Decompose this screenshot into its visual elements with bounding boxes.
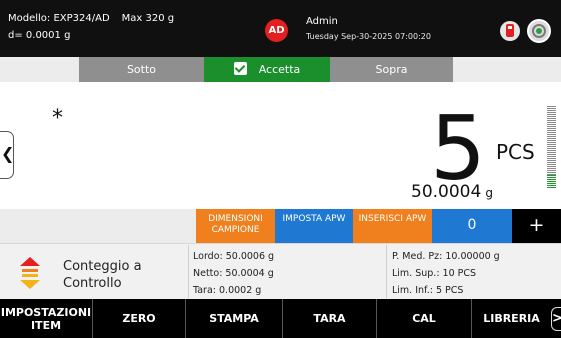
tare-weight-label: Tara: 0.0002 g xyxy=(193,285,262,296)
sample-count-field[interactable]: 0 xyxy=(432,209,512,243)
net-weight-unit: g xyxy=(485,186,493,200)
net-weight-value: 50.0004 xyxy=(411,182,482,202)
resolution-label: d= 0.0001 g xyxy=(8,30,71,41)
max-capacity-label: Max 320 g xyxy=(121,13,175,24)
net-weight-label: Netto: 50.0004 g xyxy=(193,268,274,279)
upper-limit-label: Lim. Sup.: 10 PCS xyxy=(392,268,477,279)
item-settings-button[interactable]: IMPOSTAZIONI ITEM xyxy=(0,299,93,338)
zero-button[interactable]: ZERO xyxy=(93,299,186,338)
average-piece-weight-label: P. Med. Pz: 10.00000 g xyxy=(392,251,500,262)
tolerance-accept-label: Accetta xyxy=(258,63,301,76)
set-apw-button[interactable]: IMPOSTA APW xyxy=(275,209,353,243)
user-name: Admin xyxy=(306,16,338,27)
weight-details: Lordo: 50.0006 g Netto: 50.0004 g Tara: … xyxy=(193,248,274,299)
application-mode-label: Conteggio a Controllo xyxy=(63,259,142,291)
datetime-label: Tuesday Sep-30-2025 07:00:20 xyxy=(306,32,431,41)
tolerance-over: Sopra xyxy=(330,57,453,82)
tolerance-under-label: Sotto xyxy=(126,63,157,76)
chevron-right-icon[interactable]: > xyxy=(551,307,561,331)
piece-count-display: 5 xyxy=(430,97,486,200)
side-panel-toggle[interactable]: ❮ xyxy=(0,131,14,179)
piece-count-unit: PCS xyxy=(496,140,535,164)
divider xyxy=(386,245,387,298)
enter-apw-button[interactable]: INSERISCI APW xyxy=(353,209,432,243)
usb-drive-icon[interactable] xyxy=(500,21,520,41)
tolerance-under: Sotto xyxy=(79,57,204,82)
level-target-icon[interactable] xyxy=(527,19,551,43)
increment-button[interactable]: + xyxy=(512,209,561,243)
capacity-bargraph xyxy=(547,106,556,188)
lower-limit-label: Lim. Inf.: 5 PCS xyxy=(392,285,464,296)
user-avatar[interactable]: AD xyxy=(265,19,288,42)
tare-button[interactable]: TARA xyxy=(283,299,377,338)
calibration-button[interactable]: CAL xyxy=(377,299,472,338)
tolerance-accept: Accetta xyxy=(204,57,330,82)
capacity-bargraph-fill xyxy=(547,174,556,188)
divider xyxy=(188,245,189,298)
checkbox-checked-icon xyxy=(233,62,247,75)
balance-model-info: Modello: EXP324/AD Max 320 g xyxy=(8,13,174,24)
sample-size-button[interactable]: DIMENSIONI CAMPIONE xyxy=(196,209,275,243)
stability-indicator: * xyxy=(52,106,63,131)
model-label: Modello: EXP324/AD xyxy=(8,13,110,24)
chevron-left-icon: ❮ xyxy=(1,144,15,163)
tolerance-over-label: Sopra xyxy=(375,63,408,76)
gross-weight-label: Lordo: 50.0006 g xyxy=(193,251,275,262)
net-weight-display: 50.0004 g xyxy=(411,182,493,202)
library-button[interactable]: LIBRERIA xyxy=(472,299,551,338)
count-limits-details: P. Med. Pz: 10.00000 g Lim. Sup.: 10 PCS… xyxy=(392,248,500,299)
status-header: Modello: EXP324/AD Max 320 g d= 0.0001 g … xyxy=(0,0,561,57)
check-counting-mode-icon xyxy=(20,257,40,289)
print-button[interactable]: STAMPA xyxy=(186,299,283,338)
